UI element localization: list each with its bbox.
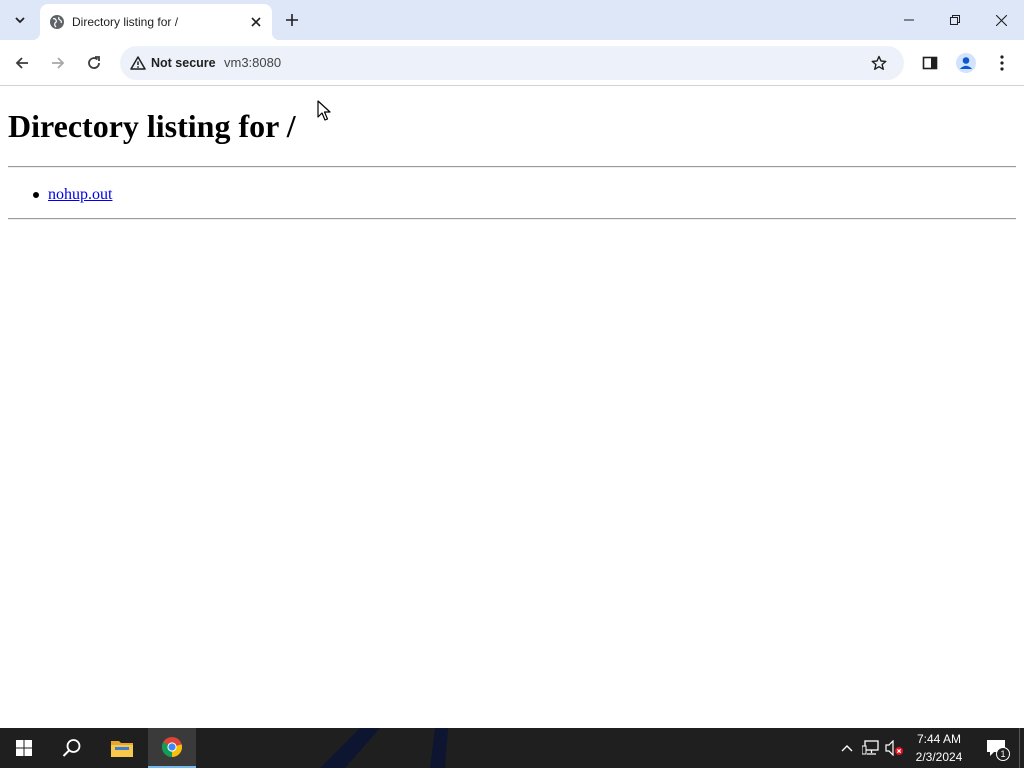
side-panel-icon bbox=[922, 56, 938, 70]
close-icon bbox=[251, 17, 261, 27]
network-tray-button[interactable] bbox=[861, 738, 881, 758]
tab-strip: Directory listing for / bbox=[0, 0, 1024, 40]
system-clock[interactable]: 7:44 AM 2/3/2024 bbox=[906, 730, 972, 766]
chevron-up-icon bbox=[841, 745, 853, 752]
start-button[interactable] bbox=[0, 728, 48, 768]
mouse-cursor-icon bbox=[317, 100, 331, 121]
action-center-button[interactable]: 1 bbox=[978, 728, 1014, 768]
show-desktop-button[interactable] bbox=[1019, 728, 1024, 768]
chrome-taskbar-button[interactable] bbox=[148, 728, 196, 768]
page-content: Directory listing for / nohup.out bbox=[0, 87, 1024, 728]
url-text[interactable]: vm3:8080 bbox=[224, 55, 281, 71]
divider-bottom bbox=[8, 218, 1016, 220]
profile-button[interactable] bbox=[950, 47, 982, 79]
reload-button[interactable] bbox=[78, 47, 110, 79]
list-item: nohup.out bbox=[30, 185, 112, 204]
search-button[interactable] bbox=[48, 728, 96, 768]
plus-icon bbox=[286, 14, 298, 26]
reload-icon bbox=[88, 56, 100, 69]
back-button[interactable] bbox=[6, 47, 38, 79]
bookmark-button[interactable] bbox=[864, 48, 894, 78]
new-tab-button[interactable] bbox=[280, 8, 304, 32]
menu-button[interactable] bbox=[986, 47, 1018, 79]
restore-button[interactable] bbox=[932, 0, 978, 40]
not-secure-label: Not secure bbox=[151, 56, 216, 70]
file-list: nohup.out bbox=[30, 185, 112, 204]
folder-icon bbox=[111, 741, 133, 757]
windows-logo-icon bbox=[16, 740, 32, 756]
warning-triangle-icon bbox=[130, 56, 146, 70]
tab-search-button[interactable] bbox=[8, 8, 32, 32]
show-hidden-icons-button[interactable] bbox=[837, 738, 857, 758]
taskbar: 7:44 AM 2/3/2024 1 bbox=[0, 728, 1024, 768]
minimize-icon bbox=[904, 19, 914, 21]
minimize-button[interactable] bbox=[886, 0, 932, 40]
file-link-nohup[interactable]: nohup.out bbox=[48, 186, 112, 203]
side-panel-button[interactable] bbox=[914, 47, 946, 79]
address-bar[interactable]: Not secure vm3:8080 bbox=[120, 46, 904, 80]
bullet bbox=[33, 192, 39, 198]
arrow-left-icon bbox=[15, 57, 28, 69]
clock-time: 7:44 AM bbox=[916, 732, 962, 746]
tab-close-button[interactable] bbox=[246, 12, 266, 32]
forward-button[interactable] bbox=[42, 47, 74, 79]
restore-icon bbox=[950, 15, 960, 25]
network-icon bbox=[862, 740, 879, 755]
volume-muted-icon bbox=[885, 740, 903, 756]
close-window-button[interactable] bbox=[978, 0, 1024, 40]
site-info-chip[interactable]: Not secure bbox=[124, 50, 226, 76]
notification-badge: 1 bbox=[996, 747, 1010, 761]
chevron-down-icon bbox=[15, 17, 25, 24]
volume-tray-button[interactable] bbox=[885, 738, 905, 758]
divider-top bbox=[8, 166, 1016, 168]
more-vert-icon bbox=[1000, 55, 1004, 71]
page-title: Directory listing for / bbox=[8, 108, 296, 144]
tab-directory-listing[interactable]: Directory listing for / bbox=[32, 4, 280, 40]
file-explorer-button[interactable] bbox=[98, 728, 146, 768]
avatar-icon bbox=[956, 53, 976, 73]
globe-icon bbox=[49, 14, 65, 30]
close-icon bbox=[995, 14, 1007, 26]
tab-title: Directory listing for / bbox=[72, 15, 179, 29]
arrow-right-icon bbox=[52, 57, 65, 69]
chrome-icon bbox=[162, 737, 183, 757]
search-icon bbox=[62, 739, 81, 757]
star-icon bbox=[871, 55, 887, 70]
wallpaper-strip bbox=[320, 728, 448, 768]
browser-toolbar: Not secure vm3:8080 bbox=[0, 40, 1024, 86]
clock-date: 2/3/2024 bbox=[915, 750, 963, 764]
